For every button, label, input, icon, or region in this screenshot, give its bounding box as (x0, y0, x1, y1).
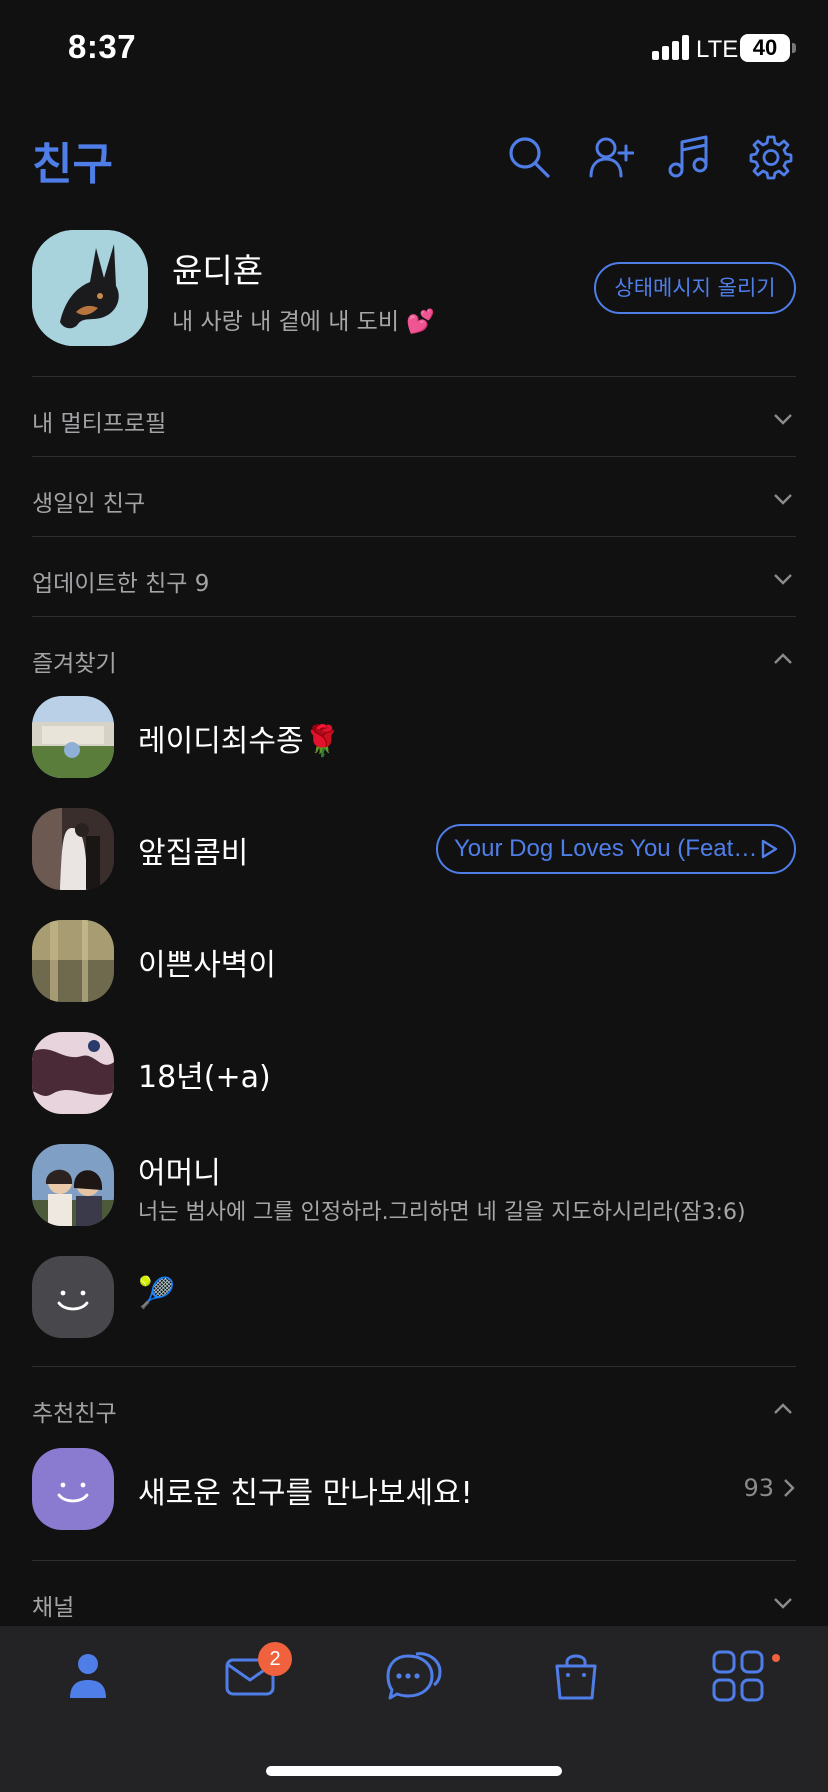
friend-name: 레이디최수종🌹 (138, 724, 341, 759)
recommended-text: 새로운 친구를 만나보세요! (138, 1476, 473, 1511)
my-profile-name[interactable]: 윤디횬 (172, 244, 263, 292)
home-indicator (266, 1766, 562, 1776)
new-indicator-dot (772, 1654, 780, 1662)
friend-name: 🎾 (138, 1276, 176, 1311)
friend-avatar (32, 696, 114, 778)
friend-item[interactable]: 🎾 (32, 1256, 796, 1348)
friend-name: 어머니 (138, 1156, 221, 1191)
chevron-down-icon (774, 574, 792, 585)
recommended-friends-item[interactable]: 새로운 친구를 만나보세요! (32, 1448, 796, 1540)
section-label: 채널 (32, 1595, 75, 1621)
divider (32, 1366, 796, 1367)
friend-avatar (32, 808, 114, 890)
search-icon[interactable] (506, 134, 552, 180)
post-status-message-button[interactable]: 상태메시지 올리기 (594, 262, 796, 314)
friend-item[interactable]: 어머니 너는 범사에 그를 인정하라.그리하면 네 길을 지도하시리라(잠3:6… (32, 1144, 796, 1236)
tab-shopping-icon[interactable] (548, 1648, 604, 1704)
chevron-up-icon (774, 1403, 792, 1414)
status-bar: 8:37 LTE 40 (0, 0, 828, 100)
friend-item[interactable]: 18년(+a) (32, 1032, 796, 1124)
my-profile-avatar[interactable] (32, 230, 148, 346)
battery-icon: 40 (740, 34, 790, 62)
friend-name: 18년(+a) (138, 1060, 271, 1095)
friend-avatar (32, 1032, 114, 1114)
tab-friends-icon[interactable] (60, 1648, 116, 1704)
divider (32, 376, 796, 377)
signal-icon (652, 34, 690, 60)
music-icon[interactable] (666, 134, 712, 180)
default-avatar (32, 1256, 114, 1338)
add-friend-icon[interactable] (588, 134, 634, 180)
friend-status-message: 너는 범사에 그를 인정하라.그리하면 네 길을 지도하시리라(잠3:6) (138, 1200, 746, 1225)
tab-openchat-icon[interactable] (386, 1648, 442, 1704)
settings-icon[interactable] (748, 134, 794, 180)
network-label: LTE (696, 36, 739, 63)
section-label: 업데이트한 친구 9 (32, 571, 210, 597)
section-updated-friends[interactable]: 업데이트한 친구 9 (32, 540, 796, 618)
section-favorites[interactable]: 즐겨찾기 (32, 620, 796, 698)
section-birthday[interactable]: 생일인 친구 (32, 460, 796, 538)
chevron-right-icon (784, 1479, 795, 1497)
friend-item[interactable]: 이쁜사벽이 (32, 920, 796, 1012)
recommended-count[interactable]: 93 (743, 1474, 796, 1502)
friend-name: 이쁜사벽이 (138, 948, 276, 983)
section-label: 추천친구 (32, 1401, 117, 1427)
friend-name: 앞집콤비 (138, 836, 249, 871)
profile-music-button[interactable]: Your Dog Loves You (Feat… (436, 824, 796, 874)
chevron-up-icon (774, 653, 792, 664)
friend-item[interactable]: 레이디최수종🌹 (32, 696, 796, 788)
divider (32, 616, 796, 617)
music-title: Your Dog Loves You (Feat… (454, 835, 758, 862)
recommended-avatar (32, 1448, 114, 1530)
divider (32, 536, 796, 537)
my-status-message: 내 사랑 내 곁에 내 도비 💕 (172, 309, 435, 335)
battery-cap (792, 43, 796, 53)
play-icon (761, 839, 778, 859)
chevron-down-icon (774, 1598, 792, 1609)
page-title: 친구 (32, 139, 113, 190)
unread-badge: 2 (258, 1642, 292, 1676)
chevron-down-icon (774, 414, 792, 425)
chevron-down-icon (774, 494, 792, 505)
divider (32, 1560, 796, 1561)
recommended-count-value: 93 (743, 1474, 774, 1502)
bottom-tab-bar: 2 (0, 1626, 828, 1792)
section-multi-profile[interactable]: 내 멀티프로필 (32, 380, 796, 458)
section-label: 생일인 친구 (32, 491, 146, 517)
divider (32, 456, 796, 457)
friend-avatar (32, 1144, 114, 1226)
section-label: 내 멀티프로필 (32, 411, 167, 437)
section-recommended[interactable]: 추천친구 (32, 1370, 796, 1448)
tab-more-icon[interactable] (710, 1648, 766, 1704)
section-label: 즐겨찾기 (32, 651, 117, 677)
status-time: 8:37 (68, 28, 137, 65)
friend-avatar (32, 920, 114, 1002)
